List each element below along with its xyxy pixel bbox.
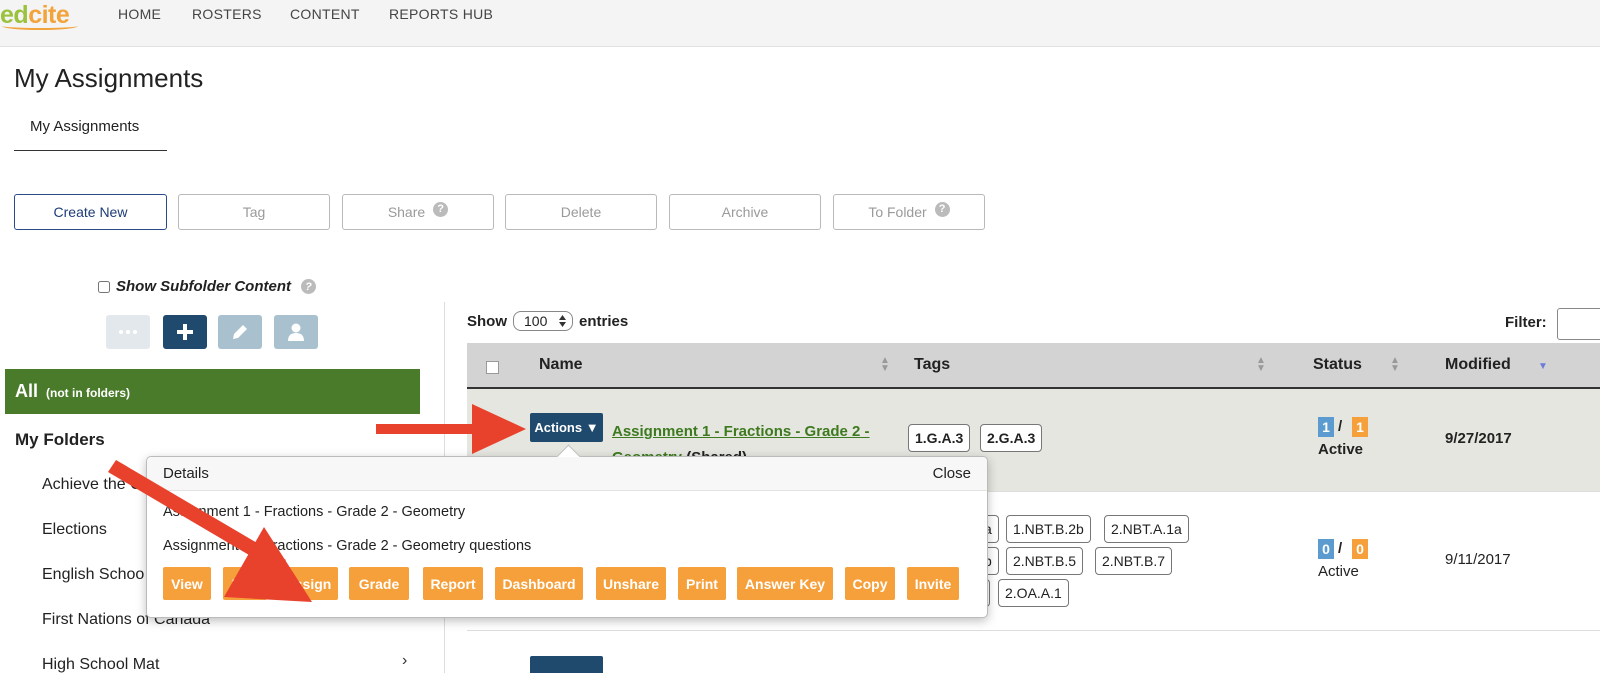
popover-title: Details xyxy=(163,465,209,482)
table-header: Name ▲ ▼ Tags ▲ ▼ Status ▲ ▼ Modified ▼ xyxy=(467,343,1600,389)
delete-label: Delete xyxy=(560,204,602,220)
archive-label: Archive xyxy=(721,204,769,220)
status-slash: / xyxy=(1338,418,1343,435)
tab-my-assignments[interactable]: My Assignments xyxy=(14,110,167,151)
sort-icon[interactable]: ▲ ▼ xyxy=(1256,356,1266,374)
my-folders-heading: My Folders xyxy=(15,430,105,449)
create-new-button[interactable]: Create New xyxy=(14,194,167,230)
tag-chip[interactable]: 2.NBT.B.7 xyxy=(1095,547,1173,575)
tag-label: Tag xyxy=(242,204,266,220)
status-count-badge: 0 xyxy=(1352,539,1368,559)
invite-button[interactable]: Invite xyxy=(907,567,959,600)
share-folder-icon[interactable] xyxy=(274,315,318,349)
help-icon: ? xyxy=(934,201,950,217)
more-icon[interactable] xyxy=(106,315,150,349)
modified-date: 9/11/2017 xyxy=(1445,551,1511,568)
nav-rosters[interactable]: ROSTERS xyxy=(192,6,262,22)
delete-button[interactable]: Delete xyxy=(505,194,657,230)
sort-icon[interactable]: ▲ ▼ xyxy=(880,356,890,374)
add-folder-icon[interactable] xyxy=(163,315,207,349)
tag-chip[interactable]: 1.NBT.B.2b xyxy=(1006,515,1091,543)
nav-home[interactable]: HOME xyxy=(118,6,161,22)
share-button[interactable]: Share? xyxy=(342,194,494,230)
entries-control: Show 100 entries xyxy=(467,311,628,331)
folder-item[interactable]: Elections xyxy=(42,521,107,539)
sort-desc-icon[interactable]: ▼ xyxy=(1538,362,1548,372)
assignment-questions-title: Assignment 1 - Fractions - Grade 2 - Geo… xyxy=(163,538,532,554)
folder-item[interactable]: Achieve the Co xyxy=(42,476,151,494)
share-label: Share xyxy=(387,204,426,220)
dashboard-button[interactable]: Dashboard xyxy=(495,567,583,600)
all-sublabel: (not in folders) xyxy=(46,386,131,400)
help-icon: ? xyxy=(300,279,316,294)
show-subfolder-toggle[interactable]: Show Subfolder Content ? xyxy=(98,278,316,295)
report-button[interactable]: Report xyxy=(423,567,483,600)
column-name[interactable]: Name xyxy=(539,356,583,374)
status-text: Active xyxy=(1318,441,1364,458)
popover-header: Details Close xyxy=(147,457,987,491)
updown-arrows-icon xyxy=(559,315,566,327)
show-label: Show xyxy=(467,312,507,330)
top-nav: edcite HOME ROSTERS CONTENT REPORTS HUB xyxy=(0,0,1600,47)
tag-button[interactable]: Tag xyxy=(178,194,330,230)
assign-button[interactable]: Assign xyxy=(278,567,338,600)
create-new-label: Create New xyxy=(53,204,128,220)
all-label: All xyxy=(15,381,39,401)
status-count-badge: 1 xyxy=(1318,417,1334,437)
status-count-badge: 1 xyxy=(1352,417,1368,437)
edit-button[interactable]: Edit xyxy=(223,567,267,600)
nav-content[interactable]: CONTENT xyxy=(290,6,360,22)
actions-button[interactable]: Actions ▼ xyxy=(530,413,603,442)
status-text: Active xyxy=(1318,563,1359,580)
filter-input[interactable] xyxy=(1557,308,1600,340)
edit-folder-icon[interactable] xyxy=(218,315,262,349)
entries-select[interactable]: 100 xyxy=(513,311,573,331)
copy-button[interactable]: Copy xyxy=(845,567,895,600)
logo-swoosh xyxy=(2,22,78,30)
close-button[interactable]: Close xyxy=(933,465,971,482)
grade-button[interactable]: Grade xyxy=(349,567,409,600)
view-button[interactable]: View xyxy=(163,567,211,600)
show-subfolder-checkbox[interactable] xyxy=(98,280,110,293)
print-button[interactable]: Print xyxy=(678,567,726,600)
tag-chip[interactable]: 2.OA.A.1 xyxy=(998,579,1069,607)
sort-icon[interactable]: ▲ ▼ xyxy=(1390,356,1400,374)
modified-date: 9/27/2017 xyxy=(1445,430,1512,447)
tag-chip[interactable]: 2.G.A.3 xyxy=(980,424,1043,452)
show-subfolder-label: Show Subfolder Content xyxy=(116,278,291,295)
folder-item[interactable]: High School Mat xyxy=(42,656,159,674)
status-count-badge: 0 xyxy=(1318,539,1334,559)
actions-button[interactable] xyxy=(530,656,603,673)
to-folder-button[interactable]: To Folder? xyxy=(833,194,985,230)
edcite-logo[interactable]: edcite xyxy=(0,0,78,30)
column-status[interactable]: Status xyxy=(1313,356,1362,374)
help-icon: ? xyxy=(433,201,449,217)
entries-value: 100 xyxy=(524,313,548,329)
column-tags[interactable]: Tags xyxy=(914,356,950,374)
column-modified[interactable]: Modified xyxy=(1445,356,1511,374)
filter-label: Filter: xyxy=(1505,314,1547,331)
user-icon xyxy=(288,323,304,341)
ellipsis-icon xyxy=(119,330,137,334)
status-slash: / xyxy=(1338,540,1343,557)
plus-icon xyxy=(177,324,193,340)
archive-button[interactable]: Archive xyxy=(669,194,821,230)
tag-chip[interactable]: 1.G.A.3 xyxy=(908,424,971,452)
all-folder-item[interactable]: All (not in folders) xyxy=(5,369,420,414)
folder-item[interactable]: English Schoo xyxy=(42,566,144,584)
to-folder-label: To Folder xyxy=(868,204,927,220)
entries-label: entries xyxy=(579,312,629,330)
unshare-button[interactable]: Unshare xyxy=(596,567,666,600)
answer-key-button[interactable]: Answer Key xyxy=(737,567,833,600)
select-all-checkbox[interactable] xyxy=(486,361,499,374)
chevron-right-icon[interactable]: › xyxy=(402,652,407,670)
tag-chip[interactable]: 2.NBT.A.1a xyxy=(1104,515,1189,543)
details-popover: Details Close Assignment 1 - Fractions -… xyxy=(146,444,988,618)
assignment-title: Assignment 1 - Fractions - Grade 2 - Geo… xyxy=(163,504,466,520)
tab-label: My Assignments xyxy=(30,118,140,135)
nav-reports-hub[interactable]: REPORTS HUB xyxy=(389,6,493,22)
pencil-icon xyxy=(233,325,247,339)
tag-chip[interactable]: 2.NBT.B.5 xyxy=(1006,547,1084,575)
page-title: My Assignments xyxy=(14,63,204,93)
